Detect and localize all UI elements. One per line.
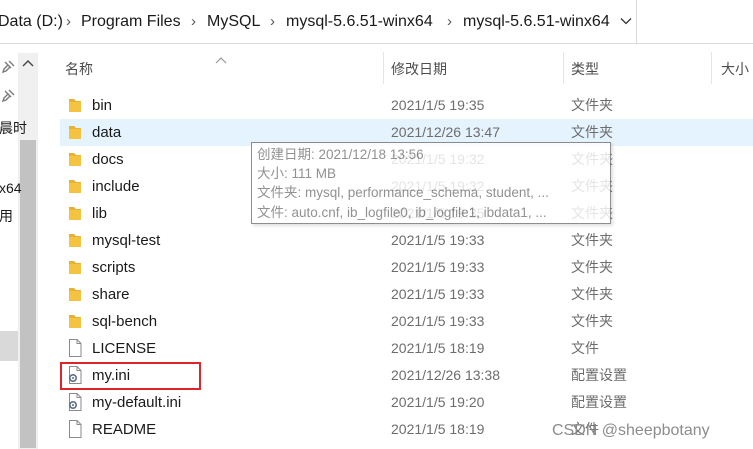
column-header-row: 名称 修改日期 类型 大小	[40, 52, 753, 84]
file-date-modified: 2021/12/26 13:47	[391, 124, 500, 140]
file-date-modified: 2021/12/26 13:38	[391, 367, 500, 383]
file-row[interactable]: LICENSE 2021/1/5 18:19 文件	[60, 335, 753, 362]
folder-icon	[66, 257, 84, 277]
tooltip-files: 文件: auto.cnf, ib_logfile0, ib_logfile1, …	[257, 205, 547, 220]
file-type: 配置设置	[571, 394, 627, 410]
nav-item-label[interactable]: x64	[0, 179, 22, 197]
breadcrumb-mysql[interactable]: MySQL	[207, 12, 260, 32]
address-bar-divider	[636, 0, 637, 44]
file-row[interactable]: mysql-test 2021/1/5 19:33 文件夹	[60, 227, 753, 254]
breadcrumb-separator-icon[interactable]: ›	[66, 12, 71, 32]
file-icon	[66, 419, 84, 439]
folder-icon	[66, 203, 84, 223]
folder-icon	[66, 284, 84, 304]
watermark: CSDN @sheepbotany	[552, 422, 710, 439]
breadcrumb-current-folder[interactable]: mysql-5.6.51-winx64	[463, 12, 610, 32]
tooltip-size: 大小: 111 MB	[257, 166, 337, 181]
file-name[interactable]: my-default.ini	[92, 393, 181, 412]
sort-ascending-icon	[215, 52, 227, 64]
file-row[interactable]: share 2021/1/5 19:33 文件夹	[60, 281, 753, 308]
file-date-modified: 2021/1/5 19:33	[391, 259, 485, 275]
file-name[interactable]: share	[92, 285, 130, 304]
breadcrumb-separator-icon[interactable]: ›	[191, 12, 196, 32]
file-row[interactable]: scripts 2021/1/5 19:33 文件夹	[60, 254, 753, 281]
file-date-modified: 2021/1/5 19:33	[391, 313, 485, 329]
column-header-type[interactable]: 类型	[571, 60, 599, 78]
file-name[interactable]: lib	[92, 204, 107, 223]
folder-icon	[66, 149, 84, 169]
folder-icon	[66, 230, 84, 250]
file-name[interactable]: sql-bench	[92, 312, 157, 331]
folder-icon	[66, 122, 84, 142]
folder-info-tooltip: 创建日期: 2021/12/18 13:56 大小: 111 MB 文件夹: m…	[251, 142, 611, 224]
file-name[interactable]: scripts	[92, 258, 135, 277]
breadcrumb-program-files[interactable]: Program Files	[81, 12, 181, 32]
column-divider[interactable]	[383, 52, 384, 84]
file-date-modified: 2021/1/5 19:33	[391, 286, 485, 302]
file-type: 文件夹	[571, 313, 613, 329]
file-type: 文件	[571, 340, 599, 356]
file-date-modified: 2021/1/5 18:19	[391, 340, 485, 356]
highlight-box	[60, 362, 201, 390]
column-divider[interactable]	[563, 52, 564, 84]
tooltip-created: 创建日期: 2021/12/18 13:56	[257, 147, 424, 162]
file-row[interactable]: my-default.ini 2021/1/5 19:20 配置设置	[60, 389, 753, 416]
file-row[interactable]: bin 2021/1/5 19:35 文件夹	[60, 92, 753, 119]
column-header-date-modified[interactable]: 修改日期	[391, 60, 447, 78]
tooltip-folders: 文件夹: mysql, performance_schema, student,…	[257, 185, 549, 200]
folder-icon	[66, 176, 84, 196]
column-header-name[interactable]: 名称	[65, 60, 93, 78]
file-type: 文件夹	[571, 97, 613, 113]
file-type: 配置设置	[571, 367, 627, 383]
nav-item-label[interactable]: 晨时	[0, 119, 27, 137]
folder-icon	[66, 311, 84, 331]
pin-icon	[1, 60, 15, 74]
address-bar[interactable]: Data (D:) › Program Files › MySQL › mysq…	[0, 0, 753, 44]
file-date-modified: 2021/1/5 19:20	[391, 394, 485, 410]
file-name[interactable]: include	[92, 177, 140, 196]
file-type: 文件夹	[571, 124, 613, 140]
breadcrumb-mysql-parent[interactable]: mysql-5.6.51-winx64	[286, 12, 433, 32]
file-date-modified: 2021/1/5 18:19	[391, 421, 485, 437]
column-header-size[interactable]: 大小	[721, 60, 749, 78]
folder-icon	[66, 95, 84, 115]
breadcrumb-drive[interactable]: Data (D:)	[0, 12, 63, 32]
breadcrumb-separator-icon[interactable]: ›	[270, 12, 275, 32]
file-name[interactable]: data	[92, 123, 121, 142]
file-type: 文件夹	[571, 286, 613, 302]
file-name[interactable]: bin	[92, 96, 112, 115]
column-divider[interactable]	[711, 52, 712, 84]
file-icon	[66, 338, 84, 358]
nav-item-label[interactable]: 用	[0, 207, 13, 225]
file-date-modified: 2021/1/5 19:33	[391, 232, 485, 248]
file-type: 文件夹	[571, 232, 613, 248]
breadcrumb-separator-icon[interactable]: ›	[447, 12, 452, 32]
file-name[interactable]: README	[92, 420, 156, 439]
file-name[interactable]: mysql-test	[92, 231, 160, 250]
nav-scrollbar-thumb[interactable]	[20, 140, 36, 448]
file-date-modified: 2021/1/5 19:35	[391, 97, 485, 113]
scroll-up-arrow-icon[interactable]	[21, 56, 35, 68]
pin-icon	[1, 89, 15, 103]
config-file-icon	[66, 392, 84, 412]
file-name[interactable]: docs	[92, 150, 124, 169]
file-row[interactable]: sql-bench 2021/1/5 19:33 文件夹	[60, 308, 753, 335]
file-name[interactable]: LICENSE	[92, 339, 156, 358]
nav-selected-item[interactable]	[0, 331, 18, 361]
chevron-down-icon[interactable]	[616, 10, 636, 32]
file-type: 文件夹	[571, 259, 613, 275]
